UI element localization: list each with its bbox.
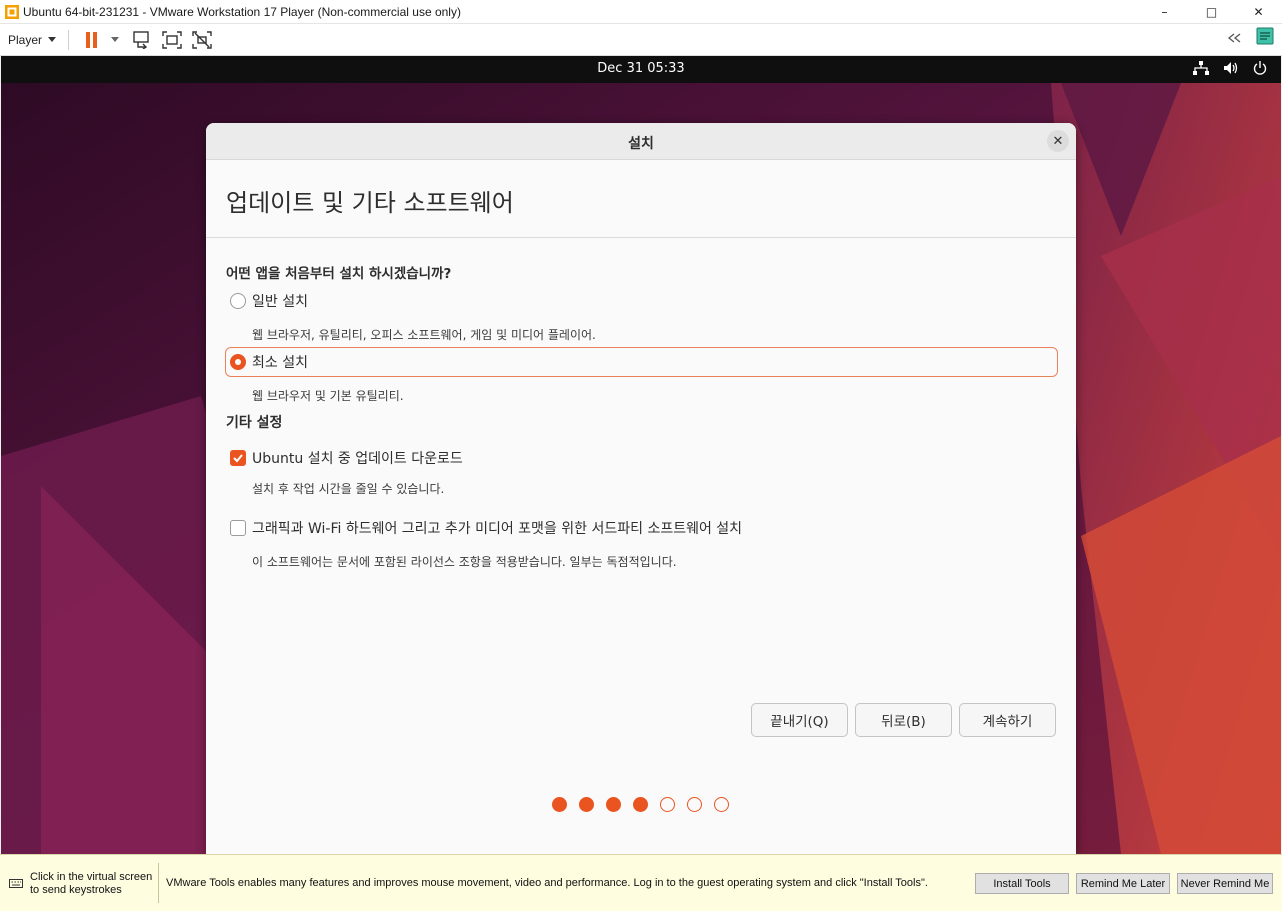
chevron-down-icon <box>111 37 120 42</box>
step-dot-pending <box>714 797 729 812</box>
install-tools-button[interactable]: Install Tools <box>975 873 1069 894</box>
pause-button[interactable] <box>79 27 105 53</box>
clock[interactable]: Dec 31 05:33 <box>1 61 1281 76</box>
normal-install-description: 웹 브라우저, 유틸리티, 오피스 소프트웨어, 게임 및 미디어 플레이어. <box>252 328 596 342</box>
step-dot-complete <box>633 797 648 812</box>
dialog-title: 설치 <box>628 136 654 152</box>
dialog-close-button[interactable]: ✕ <box>1047 130 1069 152</box>
pause-dropdown[interactable] <box>109 27 121 53</box>
step-dot-pending <box>687 797 702 812</box>
collapse-icon <box>1227 32 1241 43</box>
checkmark-icon <box>233 454 243 463</box>
third-party-software-description: 이 소프트웨어는 문서에 포함된 라이선스 조항을 적용받습니다. 일부는 독점… <box>252 555 677 569</box>
vm-screen[interactable]: Dec 31 05:33 설치 ✕ 업데이트 및 기타 소프트웨어 어떤 앱을 … <box>1 56 1281 854</box>
step-dot-complete <box>552 797 567 812</box>
player-menu-label: Player <box>8 32 43 47</box>
tools-message: VMware Tools enables many features and i… <box>166 877 928 889</box>
other-settings-label: 기타 설정 <box>226 415 283 431</box>
notes-icon <box>1256 27 1274 45</box>
dialog-header: 설치 ✕ <box>206 123 1076 160</box>
installer-dialog: 설치 ✕ 업데이트 및 기타 소프트웨어 어떤 앱을 처음부터 설치 하시겠습니… <box>206 123 1076 854</box>
normal-install-radio[interactable]: 일반 설치 <box>230 291 308 311</box>
page-title: 업데이트 및 기타 소프트웨어 <box>226 189 514 217</box>
player-menu-button[interactable]: Player <box>8 32 57 47</box>
normal-install-label: 일반 설치 <box>252 294 308 310</box>
maximize-button[interactable]: □ <box>1188 0 1235 24</box>
keystroke-hint: Click in the virtual screen to send keys… <box>30 871 152 897</box>
keystroke-hint-line2: to send keystrokes <box>30 884 122 896</box>
network-icon[interactable] <box>1193 61 1209 75</box>
download-updates-checkbox[interactable]: Ubuntu 설치 중 업데이트 다운로드 <box>230 448 463 468</box>
checkbox-unchecked[interactable] <box>230 520 246 536</box>
continue-button[interactable]: 계속하기 <box>959 703 1056 737</box>
minimal-install-description: 웹 브라우저 및 기본 유틸리티. <box>252 389 404 403</box>
never-remind-me-button[interactable]: Never Remind Me <box>1177 873 1273 894</box>
minimal-install-radio[interactable]: 최소 설치 <box>230 352 308 372</box>
window-titlebar: Ubuntu 64-bit-231231 - VMware Workstatio… <box>0 0 1282 24</box>
player-toolbar: Player <box>0 24 1282 56</box>
minimize-button[interactable]: – <box>1141 0 1188 24</box>
collapse-toolbar-button[interactable] <box>1226 29 1242 48</box>
step-progress <box>552 797 729 812</box>
keystroke-hint-line1: Click in the virtual screen <box>30 871 153 883</box>
remind-me-later-button[interactable]: Remind Me Later <box>1076 873 1170 894</box>
keyboard-icon <box>9 879 23 888</box>
notes-button[interactable] <box>1256 27 1274 49</box>
download-updates-description: 설치 후 작업 시간을 줄일 수 있습니다. <box>252 482 445 496</box>
heading-divider <box>206 237 1076 238</box>
window-title: Ubuntu 64-bit-231231 - VMware Workstatio… <box>23 4 461 19</box>
checkbox-checked[interactable] <box>230 450 246 466</box>
fit-guest-icon <box>162 30 182 49</box>
message-separator <box>158 863 159 903</box>
ubuntu-top-bar: Dec 31 05:33 <box>1 56 1281 83</box>
toolbar-separator <box>68 29 70 50</box>
quit-button[interactable]: 끝내기(Q) <box>751 703 848 737</box>
pause-icon <box>86 31 98 48</box>
third-party-software-label: 그래픽과 Wi-Fi 하드웨어 그리고 추가 미디어 포맷을 위한 서드파티 소… <box>252 521 743 537</box>
radio-button-selected[interactable] <box>230 354 246 370</box>
vmware-app-icon <box>4 4 20 20</box>
unity-button[interactable] <box>189 27 215 53</box>
fit-guest-button[interactable] <box>159 27 185 53</box>
close-window-button[interactable]: ✕ <box>1235 0 1282 24</box>
vmware-tools-message-bar: Click in the virtual screen to send keys… <box>0 854 1282 911</box>
radio-button[interactable] <box>230 293 246 309</box>
third-party-software-checkbox[interactable]: 그래픽과 Wi-Fi 하드웨어 그리고 추가 미디어 포맷을 위한 서드파티 소… <box>230 518 742 538</box>
step-dot-pending <box>660 797 675 812</box>
send-ctrl-alt-del-button[interactable] <box>129 27 155 53</box>
send-ctrl-alt-del-icon <box>133 30 149 49</box>
step-dot-complete <box>606 797 621 812</box>
download-updates-label: Ubuntu 설치 중 업데이트 다운로드 <box>252 451 463 467</box>
back-button[interactable]: 뒤로(B) <box>855 703 952 737</box>
minimal-install-label: 최소 설치 <box>252 355 308 371</box>
step-dot-complete <box>579 797 594 812</box>
chevron-down-icon <box>48 37 57 42</box>
unity-icon <box>192 30 212 49</box>
power-icon[interactable] <box>1253 61 1267 75</box>
install-type-question: 어떤 앱을 처음부터 설치 하시겠습니까? <box>226 266 452 282</box>
volume-icon[interactable] <box>1223 61 1239 75</box>
focus-ring <box>225 347 1058 377</box>
